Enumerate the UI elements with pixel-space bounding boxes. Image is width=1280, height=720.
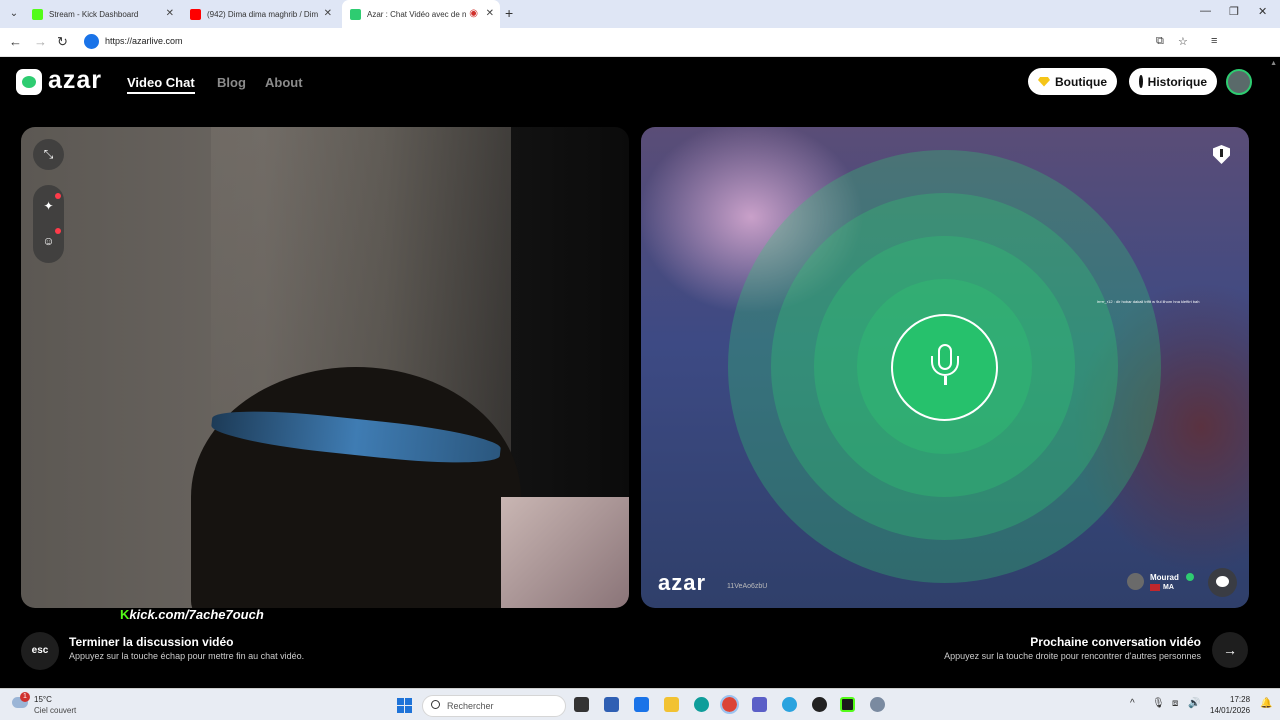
install-app-icon[interactable]: ⧉ <box>1156 35 1164 48</box>
outlook-icon[interactable] <box>634 697 649 712</box>
weather-badge: 1 <box>20 692 30 702</box>
minimize-icon[interactable]: — <box>1200 5 1211 17</box>
search-icon <box>431 700 440 709</box>
close-window-icon[interactable]: ✕ <box>1258 5 1267 18</box>
back-icon[interactable]: ← <box>9 34 22 49</box>
nav-video-chat[interactable]: Video Chat <box>127 75 195 90</box>
tab-azar[interactable]: Azar : Chat Vidéo avec de n ◉ ✕ <box>342 0 500 28</box>
morocco-flag-icon <box>1150 584 1160 591</box>
gem-icon <box>1038 76 1050 87</box>
next-arrow-button[interactable]: → <box>1212 632 1248 668</box>
self-video-panel: ⤡ ✦ ☺ <box>21 127 629 608</box>
notification-bell-icon[interactable]: 🔔 <box>1260 698 1272 709</box>
tray-chevron-icon[interactable]: ^ <box>1130 698 1135 709</box>
settings-gear-icon[interactable] <box>870 697 885 712</box>
boutique-button[interactable]: Boutique <box>1028 68 1117 95</box>
volume-icon[interactable]: 🔊 <box>1188 698 1200 709</box>
address-bar: ← → ↻ https://azarlive.com ⧉ ☆ ≡ <box>0 28 1280 57</box>
remote-video-panel: irrrrr_r12 : dir hobar dakali triftt w 9… <box>641 127 1249 608</box>
kick-stream-overlay: Kkick.com/7ache7ouch <box>120 607 264 622</box>
next-chat-subtitle: Appuyez sur la touche droite pour rencon… <box>944 651 1201 661</box>
self-video-hoodie <box>501 497 629 608</box>
tab-title: (942) Dima dima maghrib / Dim <box>207 9 319 19</box>
historique-label: Historique <box>1147 74 1207 89</box>
nav-blog[interactable]: Blog <box>217 75 246 90</box>
effects-toolbar: ✦ ☺ <box>33 185 64 263</box>
obs-icon[interactable] <box>812 697 827 712</box>
close-tab-icon[interactable]: ✕ <box>486 8 494 19</box>
recording-icon: ◉ <box>469 8 478 19</box>
forward-icon[interactable]: → <box>34 34 47 49</box>
minimize-video-button[interactable]: ⤡ <box>33 139 64 170</box>
restore-icon[interactable]: ❐ <box>1229 5 1239 18</box>
next-chat-title: Prochaine conversation vidéo <box>1030 635 1201 649</box>
taskbar-search[interactable]: Rechercher <box>422 695 566 717</box>
kick-logo-icon: K <box>120 607 130 622</box>
browser-tab-bar: ⌄ Stream - Kick Dashboard ✕ (942) Dima d… <box>0 0 1280 28</box>
chat-bubble-icon <box>1216 576 1229 587</box>
menu-icon[interactable]: ≡ <box>1211 35 1217 47</box>
weather-description[interactable]: Ciel couvert <box>34 706 76 715</box>
session-id: 11VeAo6zbU <box>727 583 768 590</box>
tab-kick-dashboard[interactable]: Stream - Kick Dashboard ✕ <box>30 0 180 28</box>
youtube-favicon-icon <box>190 8 201 20</box>
azar-favicon-icon <box>350 8 361 20</box>
file-explorer-icon[interactable] <box>664 697 679 712</box>
windows-taskbar: 1 15°C Ciel couvert Rechercher ^ 🎙 ⧈ 🔊 1… <box>0 688 1280 720</box>
kick-favicon-icon <box>32 8 43 20</box>
network-icon[interactable]: ⧈ <box>1172 698 1178 709</box>
history-clock-icon <box>1139 75 1147 88</box>
task-view-icon[interactable] <box>574 697 589 712</box>
telegram-icon[interactable] <box>782 697 797 712</box>
weather-temperature[interactable]: 15°C <box>34 695 52 704</box>
close-tab-icon[interactable]: ✕ <box>166 8 174 19</box>
peer-name: Mourad <box>1150 573 1179 582</box>
close-tab-icon[interactable]: ✕ <box>324 8 332 19</box>
microphone-tray-icon[interactable]: 🎙 <box>1152 698 1165 709</box>
store-icon[interactable] <box>604 697 619 712</box>
nav-about[interactable]: About <box>265 75 303 90</box>
scrollbar-up-icon[interactable]: ▲ <box>1270 60 1277 67</box>
reload-icon[interactable]: ↻ <box>57 34 68 50</box>
end-chat-subtitle: Appuyez sur la touche échap pour mettre … <box>69 651 305 661</box>
kick-overlay-label: kick.com/7ache7ouch <box>129 607 264 622</box>
historique-button[interactable]: Historique <box>1129 68 1217 95</box>
new-tab-button[interactable]: + <box>505 5 513 21</box>
boutique-label: Boutique <box>1055 74 1107 89</box>
taskbar-clock[interactable]: 17:28 14/01/2026 <box>1210 694 1250 716</box>
site-info-icon[interactable] <box>84 34 99 49</box>
chrome-icon[interactable] <box>720 695 739 714</box>
chat-button[interactable] <box>1208 568 1237 597</box>
clock-date: 14/01/2026 <box>1210 706 1251 715</box>
bookmark-star-icon[interactable]: ☆ <box>1178 35 1188 48</box>
url-field[interactable]: https://azarlive.com <box>105 36 183 46</box>
clock-time: 17:28 <box>1230 695 1251 704</box>
esc-button[interactable]: esc <box>21 632 59 670</box>
face-filter-icon[interactable]: ☺ <box>41 234 56 249</box>
microphone-indicator <box>891 314 998 421</box>
notification-dot <box>55 228 61 234</box>
tab-search-dropdown-icon[interactable]: ⌄ <box>6 6 22 22</box>
azar-watermark: azar <box>658 570 707 595</box>
tab-title: Azar : Chat Vidéo avec de n <box>367 9 467 19</box>
tab-youtube[interactable]: (942) Dima dima maghrib / Dim ✕ <box>188 0 338 28</box>
azar-logo-text[interactable]: azar <box>48 66 102 95</box>
tab-title: Stream - Kick Dashboard <box>49 9 139 19</box>
edge-icon[interactable] <box>694 697 709 712</box>
nav-active-underline <box>127 92 195 94</box>
end-chat-title: Terminer la discussion vidéo <box>69 635 234 649</box>
teams-icon[interactable] <box>752 697 767 712</box>
windows-start-icon[interactable] <box>397 698 412 713</box>
peer-avatar[interactable] <box>1127 573 1144 590</box>
azar-logo-icon[interactable] <box>16 69 42 95</box>
stream-chat-caption: irrrrr_r12 : dir hobar dakali triftt w 9… <box>1097 299 1200 304</box>
kick-app-icon[interactable] <box>840 697 855 712</box>
magic-wand-icon[interactable]: ✦ <box>41 199 56 214</box>
azar-page: azar Video Chat Blog About Boutique Hist… <box>0 58 1280 688</box>
peer-country: MA <box>1163 584 1174 591</box>
profile-avatar[interactable] <box>1226 69 1252 95</box>
notification-dot <box>55 193 61 199</box>
verified-badge-icon <box>1186 573 1194 581</box>
search-placeholder: Rechercher <box>447 701 494 711</box>
